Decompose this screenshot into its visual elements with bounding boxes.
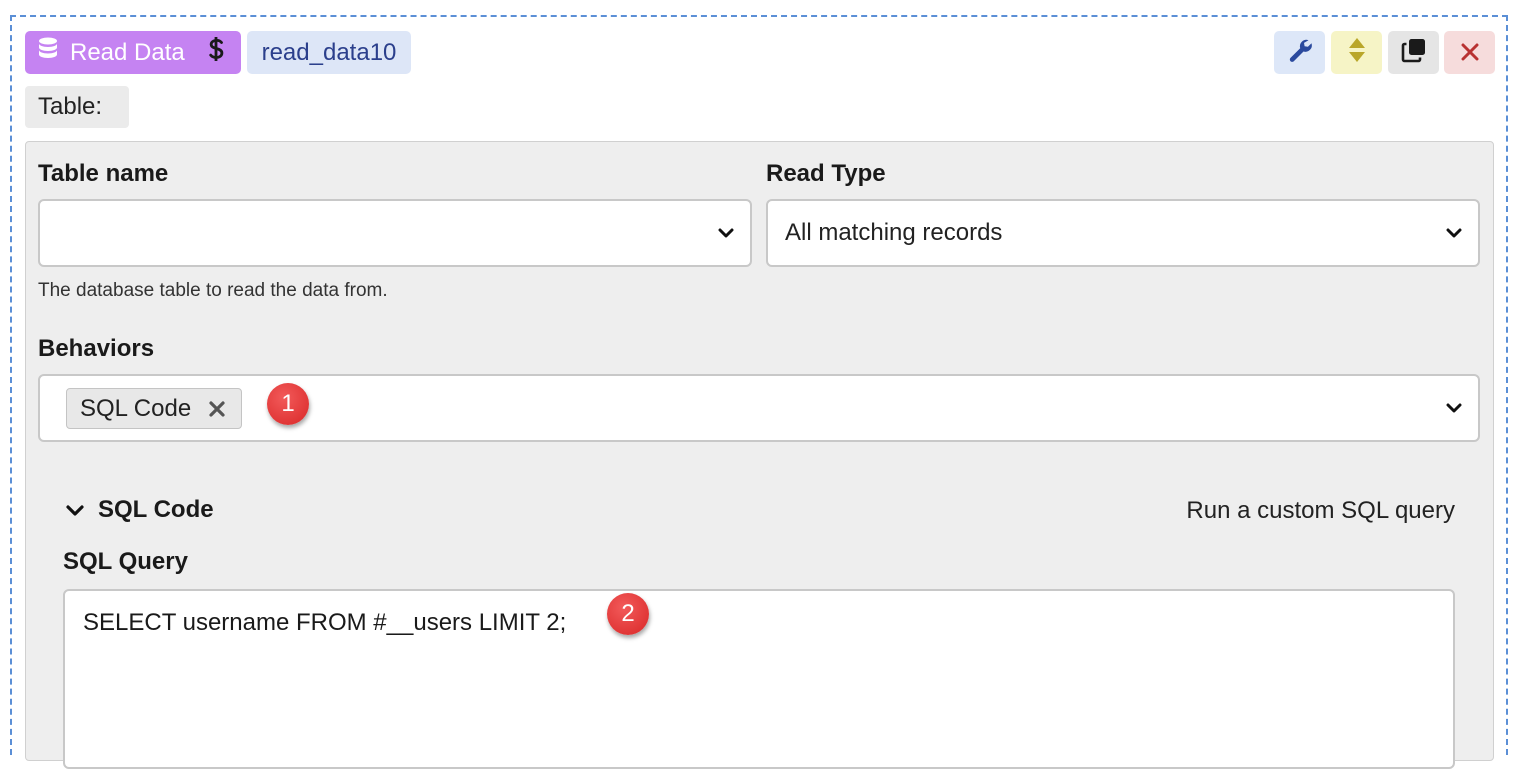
settings-button[interactable] [1274,31,1325,74]
chevron-down-icon [1446,227,1462,239]
move-button[interactable] [1331,31,1382,74]
annotation-marker: 2 [607,593,649,635]
block-type-label: Read Data [70,38,185,66]
chevron-down-icon [718,227,734,239]
table-name-help: The database table to read the data from… [38,280,388,301]
chevron-down-icon [66,504,84,516]
behavior-chip-label: SQL Code [80,394,192,422]
sort-arrows-icon [1348,37,1366,68]
copy-icon [1401,37,1427,68]
sql-code-section-title: SQL Code [98,496,214,523]
sql-query-value: SELECT username FROM #__users LIMIT 2; [83,609,567,636]
sql-query-textarea[interactable]: SELECT username FROM #__users LIMIT 2; [63,589,1455,769]
table-name-label: Table name [38,160,169,187]
behaviors-label: Behaviors [38,335,155,362]
behaviors-multiselect[interactable] [38,374,1480,442]
wrench-icon [1287,37,1313,68]
close-icon [1461,37,1479,68]
behavior-chip-sql-code: SQL Code [66,388,242,429]
dollar-icon [208,36,224,69]
read-type-select[interactable]: All matching records [766,199,1480,267]
block-type-badge[interactable]: Read Data [25,31,241,74]
sql-query-label: SQL Query [63,548,188,575]
delete-button[interactable] [1444,31,1495,74]
table-name-select[interactable] [38,199,752,267]
sql-code-section-description: Run a custom SQL query [1186,497,1455,524]
duplicate-button[interactable] [1388,31,1439,74]
table-label: Table: [25,86,129,128]
block-name-badge[interactable]: read_data10 [247,31,411,74]
sql-code-section-toggle[interactable]: SQL Code [66,496,214,524]
annotation-marker: 1 [267,383,309,425]
read-type-value: All matching records [785,219,1003,246]
read-type-label: Read Type [766,160,886,187]
chevron-down-icon [1446,402,1462,414]
database-icon [38,37,58,68]
remove-chip-icon[interactable] [208,397,226,425]
